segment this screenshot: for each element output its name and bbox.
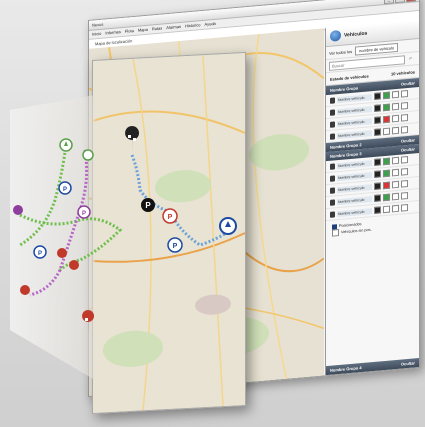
product-mockup: Nexus _ □ x Inicio Informes Flota Mapa R… bbox=[0, 0, 425, 427]
parking-letter: P bbox=[173, 243, 178, 250]
parking-marker-icon[interactable]: P bbox=[141, 198, 155, 212]
parking-pin-icon[interactable]: P bbox=[33, 245, 47, 259]
parking-pin-icon[interactable]: P bbox=[162, 208, 178, 224]
parking-pin-icon[interactable]: P bbox=[58, 181, 72, 195]
parking-letter: P bbox=[168, 214, 173, 221]
parking-pin-icon[interactable]: P bbox=[167, 237, 183, 253]
parking-letter: P bbox=[63, 187, 67, 193]
location-pin-icon[interactable] bbox=[57, 248, 67, 258]
checkered-flag-icon[interactable] bbox=[20, 285, 30, 295]
direction-pin-icon[interactable] bbox=[219, 217, 237, 235]
location-pin-icon[interactable] bbox=[69, 260, 79, 270]
direction-pin-icon[interactable] bbox=[82, 149, 94, 161]
parking-letter: P bbox=[82, 211, 86, 217]
checkered-flag-icon[interactable] bbox=[125, 126, 140, 152]
parking-letter: P bbox=[145, 201, 151, 210]
route-overlay: P P P P P P bbox=[10, 95, 237, 380]
parking-pin-icon[interactable]: P bbox=[77, 205, 91, 219]
parking-letter: P bbox=[38, 251, 42, 257]
direction-pin-icon[interactable] bbox=[59, 138, 73, 152]
location-pin-icon[interactable] bbox=[13, 205, 23, 215]
